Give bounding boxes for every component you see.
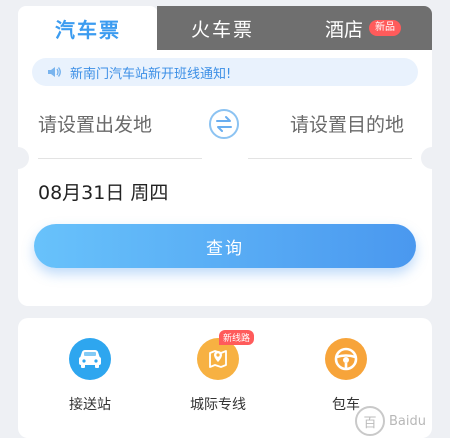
- tab-hotel-label: 酒店: [325, 18, 364, 41]
- watermark-logo-icon: 百: [355, 406, 385, 436]
- service-label: 接送站: [69, 397, 111, 413]
- swap-icon[interactable]: [208, 108, 240, 140]
- search-button-label: 查询: [206, 238, 244, 259]
- destination-input[interactable]: 请设置目的地: [290, 110, 404, 137]
- speaker-icon: [48, 67, 61, 77]
- new-line-badge: 新线路: [219, 330, 255, 345]
- date-selector[interactable]: 08月31日 周四: [38, 178, 168, 205]
- service-pickup-station[interactable]: 接送站: [40, 338, 140, 428]
- card-notch-left: [7, 147, 29, 169]
- steering-wheel-icon: [325, 338, 367, 380]
- service-intercity-line[interactable]: 新线路 城际专线: [168, 330, 268, 428]
- tab-hotel[interactable]: 酒店 新品: [325, 6, 402, 50]
- watermark-text: Baidu: [389, 413, 426, 429]
- notice-text: 新南门汽车站新开班线通知!: [70, 66, 232, 82]
- card-notch-right: [421, 147, 443, 169]
- tab-train-ticket[interactable]: 火车票: [191, 6, 254, 50]
- ticket-type-tabs: 汽车票 火车票 酒店 新品: [18, 6, 432, 50]
- tab-bus-ticket[interactable]: 汽车票: [18, 6, 158, 50]
- tab-group-inactive: 火车票 酒店 新品: [157, 6, 432, 50]
- service-label: 城际专线: [190, 397, 246, 413]
- divider: [248, 158, 412, 159]
- car-icon: [69, 338, 111, 380]
- services-card: 接送站 新线路 城际专线 包车 百 Baidu: [18, 318, 432, 438]
- tab-train-ticket-label: 火车票: [191, 18, 255, 41]
- watermark: 百 Baidu: [355, 406, 426, 436]
- departure-input[interactable]: 请设置出发地: [38, 110, 152, 137]
- notice-banner[interactable]: 新南门汽车站新开班线通知!: [32, 58, 418, 86]
- divider: [38, 158, 202, 159]
- search-button[interactable]: 查询: [34, 224, 416, 268]
- new-badge: 新品: [369, 20, 402, 36]
- map-pin-icon: 新线路: [197, 330, 255, 380]
- booking-card: 新南门汽车站新开班线通知! 请设置出发地 请设置目的地 08月31日 周四 查询: [7, 50, 443, 306]
- tab-bus-ticket-label: 汽车票: [55, 17, 121, 42]
